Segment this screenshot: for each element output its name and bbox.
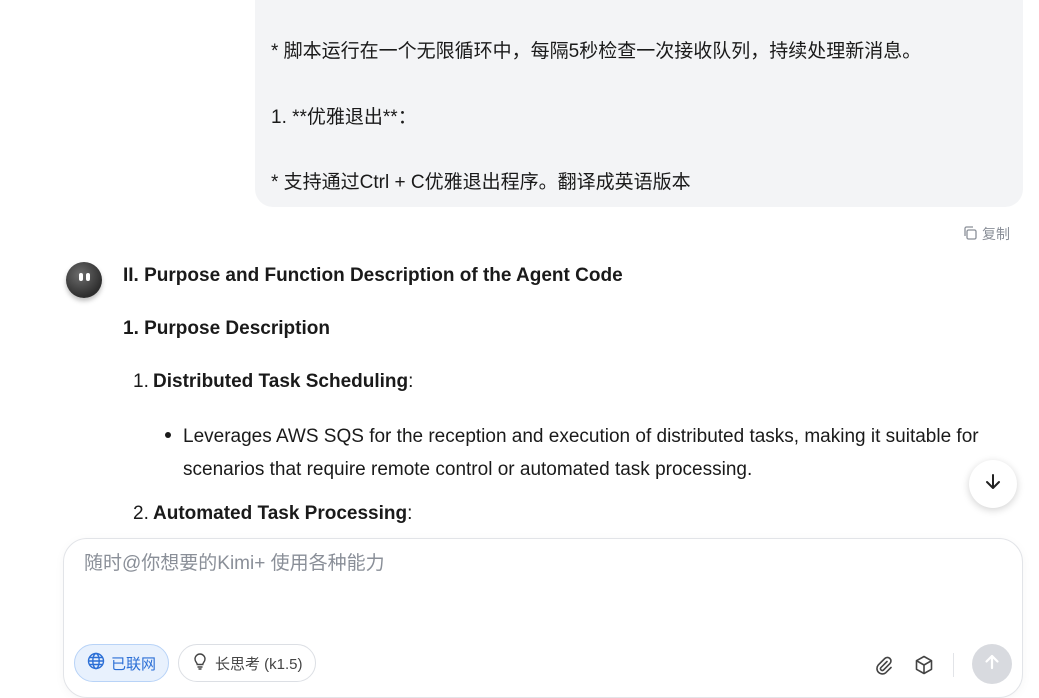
send-button[interactable]	[972, 644, 1012, 684]
globe-icon	[87, 652, 105, 674]
user-message-line: * 脚本运行在一个无限循环中，每隔5秒检查一次接收队列，持续处理新消息。	[271, 41, 922, 62]
message-input[interactable]	[84, 553, 984, 575]
online-search-toggle[interactable]: 已联网	[74, 644, 170, 682]
reply-subheading: 1. Purpose Description	[123, 318, 330, 339]
list-item-heading: Distributed Task Scheduling	[153, 371, 409, 392]
arrow-up-icon	[982, 652, 1002, 677]
user-message-line: 1. **优雅退出**：	[271, 107, 417, 128]
bullet-dot	[165, 432, 171, 438]
toolbar-divider	[953, 653, 954, 677]
long-thinking-label: 长思考 (k1.5)	[215, 655, 303, 673]
arrow-down-icon	[982, 471, 1004, 498]
copy-icon	[962, 225, 978, 244]
lightbulb-icon	[191, 652, 209, 674]
message-composer: 已联网 长思考 (k1.5)	[63, 538, 1023, 698]
list-item-number: 1.	[133, 371, 149, 392]
online-search-label: 已联网	[111, 655, 157, 673]
scroll-to-bottom-button[interactable]	[969, 460, 1017, 508]
bullet-text: Leverages AWS SQS for the reception and …	[183, 426, 979, 480]
list-item-heading: Automated Task Processing	[153, 503, 408, 524]
long-thinking-toggle[interactable]: 长思考 (k1.5)	[178, 644, 316, 682]
list-item-suffix: :	[407, 503, 413, 524]
list-item-suffix: :	[408, 371, 414, 392]
copy-button[interactable]: 复制	[962, 224, 1010, 244]
list-item-number: 2.	[133, 503, 149, 524]
paperclip-icon[interactable]	[872, 654, 894, 676]
user-message-line: * 支持通过Ctrl + C优雅退出程序。翻译成英语版本	[271, 172, 691, 193]
cube-icon[interactable]	[913, 654, 935, 676]
user-message-bubble: * 脚本运行在一个无限循环中，每隔5秒检查一次接收队列，持续处理新消息。 1. …	[255, 0, 1023, 207]
assistant-avatar	[66, 262, 102, 298]
reply-heading: II. Purpose and Function Description of …	[123, 265, 623, 286]
copy-label: 复制	[982, 226, 1010, 242]
